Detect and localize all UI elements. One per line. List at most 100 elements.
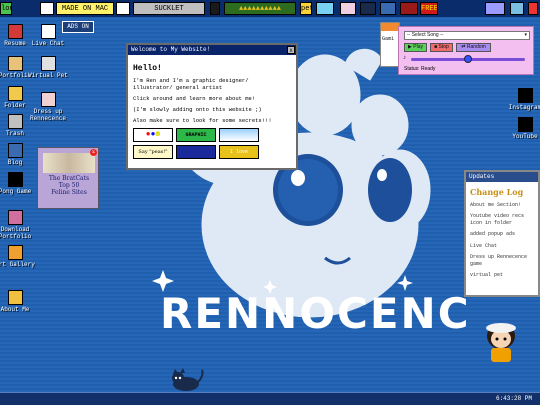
top-banner-button[interactable] [40, 2, 54, 15]
cat-mascot[interactable] [168, 368, 204, 392]
welcome-paragraph: I'm Ren and I'm a graphic designer/ illu… [133, 77, 249, 91]
bratcats-title: The BratCats [48, 175, 90, 182]
about-me-icon [7, 290, 23, 305]
updates-window-titlebar[interactable]: Updates [466, 172, 538, 182]
say-peas-badge[interactable]: Say "peas!" [133, 145, 173, 159]
song-select[interactable]: -- Select Song -- ▾ [404, 31, 530, 40]
desktop-icon[interactable]: Instagram [502, 88, 540, 111]
dress-up-icon [40, 92, 56, 107]
desktop-icon[interactable]: About Me [0, 290, 38, 313]
desktop-icon-label: Trash [5, 130, 24, 137]
top-banner-button[interactable] [528, 2, 538, 15]
desktop-icon[interactable]: Art Gallery [0, 245, 38, 268]
top-banner-button[interactable] [485, 2, 505, 15]
art-gallery-icon [7, 245, 23, 260]
changelog-item: virtual pet [470, 272, 504, 278]
desktop-icon[interactable]: YouTube [502, 117, 540, 140]
instagram-icon [517, 88, 533, 103]
top-banner-button[interactable] [316, 2, 334, 15]
behind-window[interactable]: Gami [380, 22, 400, 67]
desktop-icon-label: Pong Game [0, 188, 32, 195]
live-chat-icon [40, 24, 56, 39]
i-love-drawing-badge[interactable]: I love drawing [219, 145, 259, 159]
portfolio-icon [7, 56, 23, 71]
top-banner-button[interactable]: MADE ON MAC [56, 2, 114, 15]
desktop-icon[interactable]: Blog [0, 143, 38, 166]
color-circles-badge[interactable]: ●●☻ [133, 128, 173, 142]
resume-icon [7, 24, 23, 39]
desktop-icon[interactable]: Pong Game [0, 172, 38, 195]
welcome-paragraph: Also make sure to look for some secrets!… [133, 117, 272, 124]
taskbar-clock: 6:43:28 PM [495, 395, 532, 402]
bratcats-footer: Feline Sites [51, 189, 87, 196]
desktop-icon-label: Blog [7, 159, 23, 166]
flag-badge[interactable] [176, 145, 216, 159]
behind-window-text: Gami [382, 36, 395, 42]
download-portfolio-icon [7, 210, 23, 225]
progress-slider[interactable] [411, 55, 525, 63]
top-banner-button[interactable]: ▲▲▲▲▲▲▲▲▲▲ [224, 2, 296, 15]
welcome-window-title: Welcome to My Website! [131, 46, 211, 53]
bratcats-subtitle: Top 50 [58, 182, 80, 189]
top-banner-button[interactable]: lonely basic [0, 2, 12, 15]
youtube-icon [517, 117, 533, 132]
volume-icon: ♪ [403, 55, 406, 61]
close-icon[interactable]: x [287, 46, 295, 54]
top-banner-button[interactable] [400, 2, 418, 15]
progress-slider-handle[interactable] [464, 55, 472, 63]
desktop-icon-label: About Me [0, 306, 30, 313]
updates-window-title: Updates [469, 173, 495, 180]
top-banner-button[interactable] [360, 2, 376, 15]
changelog-item: Dress up Rennecence game [470, 254, 528, 267]
desktop-icon[interactable]: Live Chat [25, 24, 71, 47]
welcome-window-titlebar[interactable]: Welcome to My Website! x [128, 45, 296, 55]
graphic-design-badge[interactable]: GRAPHIC DESIGN! [176, 128, 216, 142]
top-banner-strip: lonely basic MADE ON MAC SUCKLET ▲▲▲▲▲▲▲▲▲▲… [0, 0, 540, 17]
top-banner-button[interactable] [116, 2, 130, 15]
music-player: -- Select Song -- ▾ ▶ Play ■ Stop ⇄ Rand… [398, 26, 534, 75]
play-button[interactable]: ▶ Play [404, 43, 427, 52]
chibi-character[interactable] [480, 320, 522, 366]
changelog-item: Live Chat [470, 242, 498, 249]
random-button[interactable]: ⇄ Random [456, 43, 491, 52]
welcome-heading: Hello! [133, 64, 162, 73]
pong-game-icon [7, 172, 23, 187]
desktop-icon-label: Live Chat [31, 40, 65, 47]
desktop-icon[interactable]: Download Portfolio [0, 210, 38, 240]
top-banner-button[interactable]: pet [300, 2, 312, 15]
desktop-icon-label: Download Portfolio [0, 226, 32, 240]
virtual-pet-icon [40, 56, 56, 71]
desktop-icon-label: Virtual Pet [28, 72, 68, 79]
desktop-icon-label: Instagram [508, 104, 540, 111]
desktop-icon[interactable]: Virtual Pet [25, 56, 71, 79]
top-banner-button[interactable]: SUCKLET [133, 2, 205, 15]
rennocence-title: RENNOCENC [160, 289, 470, 338]
welcome-window: Welcome to My Website! x Hello! I'm Ren … [126, 43, 298, 170]
chevron-down-icon: ▾ [524, 32, 527, 38]
desktop-icon[interactable]: Trash [0, 114, 38, 137]
updates-window: Updates Change Log About me Section! You… [464, 170, 540, 297]
desktop-icon-label: YouTube [512, 133, 538, 140]
top-banner-button[interactable] [380, 2, 396, 15]
top-banner-button[interactable] [210, 2, 220, 15]
changelog-item: Youtube video recs icon in folder [470, 213, 525, 226]
trash-icon [7, 114, 23, 129]
changelog-item: added popup ads [470, 231, 516, 237]
player-status: Status: Ready [404, 66, 436, 72]
top-banner-button[interactable] [510, 2, 524, 15]
landscape-badge[interactable] [219, 128, 259, 142]
bratcats-popup-ad[interactable]: x The BratCats Top 50 Feline Sites [37, 147, 99, 209]
stop-button[interactable]: ■ Stop [430, 43, 453, 52]
changelog-heading: Change Log [470, 187, 524, 197]
folder-icon [7, 86, 23, 101]
taskbar: 6:43:28 PM [0, 392, 540, 405]
cats-photo [43, 153, 95, 173]
desktop-icon-label: Art Gallery [0, 261, 35, 268]
changelog-item: About me Section! [470, 201, 522, 208]
welcome-paragraph: (I'm slowly adding onto this website ;) [133, 106, 262, 113]
close-icon[interactable]: x [90, 149, 97, 156]
top-banner-button[interactable] [340, 2, 356, 15]
blog-icon [7, 143, 23, 158]
welcome-paragraph: Click around and learn more about me! [133, 95, 256, 102]
top-banner-button[interactable]: FREE [420, 2, 438, 15]
